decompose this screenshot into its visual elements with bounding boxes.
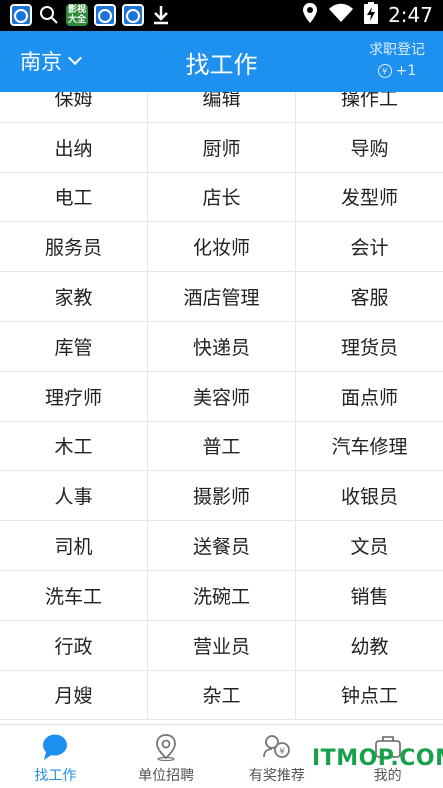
coin-icon: ¥: [377, 64, 392, 78]
job-category-item[interactable]: 美容师: [148, 371, 296, 421]
job-row: 库管 快递员 理货员: [0, 321, 443, 372]
job-category-item[interactable]: 收银员: [296, 471, 443, 520]
reward-icon: ¥: [262, 733, 292, 761]
job-category-item[interactable]: 化妆师: [148, 222, 296, 272]
job-category-item[interactable]: 快递员: [148, 321, 296, 371]
job-category-item[interactable]: 洗车工: [0, 570, 148, 620]
job-category-item[interactable]: 客服: [296, 272, 443, 321]
app-notification-icon: [94, 4, 116, 26]
job-row: 月嫂 杂工 钟点工: [0, 670, 443, 721]
location-icon: [302, 2, 318, 28]
registration-label: 求职登记: [369, 42, 425, 58]
job-category-item[interactable]: 理货员: [296, 322, 443, 371]
status-bar: 影视大全 2:47: [0, 0, 443, 31]
svg-text:¥: ¥: [279, 747, 285, 757]
job-row: 洗车工 洗碗工 销售: [0, 570, 443, 621]
job-category-item[interactable]: 电工: [0, 172, 148, 222]
job-category-item[interactable]: 厨师: [148, 122, 296, 172]
job-category-item[interactable]: 库管: [0, 321, 148, 371]
chat-bubble-icon: [41, 733, 69, 761]
clock: 2:47: [388, 3, 433, 27]
job-category-item[interactable]: 销售: [296, 571, 443, 620]
job-category-item[interactable]: 操作工: [296, 92, 443, 122]
job-category-item[interactable]: 摄影师: [148, 471, 296, 521]
job-category-item[interactable]: 普工: [148, 421, 296, 471]
job-category-item[interactable]: 行政: [0, 620, 148, 670]
job-category-item[interactable]: 幼教: [296, 621, 443, 670]
job-category-item[interactable]: 会计: [296, 222, 443, 271]
app-notification-icon: [122, 4, 144, 26]
tab-find-job[interactable]: 找工作: [0, 725, 111, 788]
search-icon: [38, 4, 60, 26]
job-category-grid: 保姆 编辑 操作工 出纳 厨师 导购 电工 店长 发型师 服务员 化妆师 会计 家教 酒店管理 客服 库管 快递…: [0, 92, 443, 724]
job-category-item[interactable]: 保姆: [0, 92, 148, 122]
job-row: 家教 酒店管理 客服: [0, 272, 443, 322]
tab-label: 单位招聘: [138, 768, 195, 784]
tab-label: 找工作: [34, 768, 77, 784]
job-category-item[interactable]: 导购: [296, 123, 443, 172]
job-row: 服务员 化妆师 会计: [0, 222, 443, 273]
job-category-item[interactable]: 服务员: [0, 222, 148, 272]
app-notification-icon: [10, 4, 32, 26]
job-category-item[interactable]: 酒店管理: [148, 272, 296, 321]
wifi-icon: [328, 3, 354, 27]
job-category-item[interactable]: 汽车修理: [296, 422, 443, 471]
job-category-item[interactable]: 家教: [0, 272, 148, 321]
tab-company-recruit[interactable]: 单位招聘: [111, 725, 222, 788]
job-category-item[interactable]: 司机: [0, 521, 148, 570]
job-registration-button[interactable]: 求职登记 ¥ +1: [369, 39, 425, 79]
battery-icon: [364, 2, 379, 28]
job-row: 理疗师 美容师 面点师: [0, 371, 443, 422]
job-category-item[interactable]: 营业员: [148, 620, 296, 670]
video-app-icon: 影视大全: [66, 4, 88, 26]
job-row: 电工 店长 发型师: [0, 172, 443, 223]
job-category-item[interactable]: 理疗师: [0, 371, 148, 421]
job-row: 人事 摄影师 收银员: [0, 471, 443, 522]
job-category-item[interactable]: 文员: [296, 521, 443, 570]
job-row: 出纳 厨师 导购: [0, 122, 443, 173]
job-category-item[interactable]: 洗碗工: [148, 570, 296, 620]
job-category-item[interactable]: 发型师: [296, 173, 443, 222]
job-category-item[interactable]: 店长: [148, 172, 296, 222]
job-category-item[interactable]: 月嫂: [0, 670, 148, 720]
job-category-item[interactable]: 钟点工: [296, 671, 443, 720]
job-category-item[interactable]: 木工: [0, 421, 148, 471]
job-category-item[interactable]: 送餐员: [148, 521, 296, 570]
job-category-item[interactable]: 人事: [0, 471, 148, 521]
job-row: 保姆 编辑 操作工: [0, 92, 443, 123]
notification-icons: 影视大全: [10, 4, 172, 26]
job-row: 木工 普工 汽车修理: [0, 421, 443, 472]
job-row: 行政 营业员 幼教: [0, 620, 443, 671]
job-category-item[interactable]: 出纳: [0, 122, 148, 172]
job-row: 司机 送餐员 文员: [0, 521, 443, 571]
download-icon: [150, 4, 172, 26]
app-header: 南京 找工作 求职登记 ¥ +1: [0, 31, 443, 92]
job-category-item[interactable]: 杂工: [148, 670, 296, 720]
registration-bonus: +1: [395, 63, 417, 79]
tab-label: 有奖推荐: [248, 768, 305, 784]
location-pin-icon: [152, 733, 180, 761]
watermark-logo: ITMOP.COM: [312, 746, 443, 771]
job-category-item[interactable]: 编辑: [148, 92, 296, 122]
system-icons: 2:47: [302, 2, 433, 28]
job-category-item[interactable]: 面点师: [296, 372, 443, 421]
